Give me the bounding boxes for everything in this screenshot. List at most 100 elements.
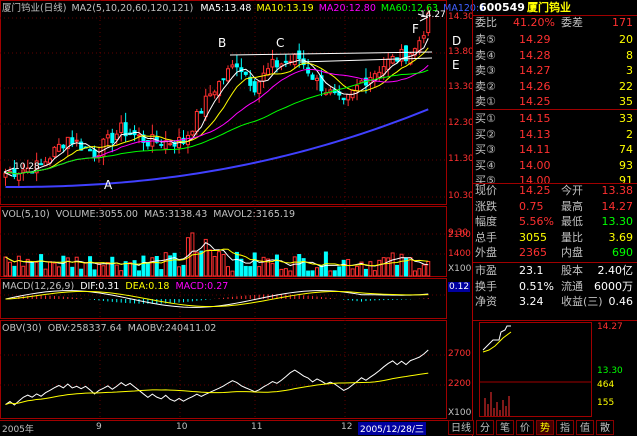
- fundamental-label: 收益(三): [561, 295, 603, 308]
- volume-bar: [297, 254, 302, 277]
- volume-bar: [181, 264, 186, 277]
- main-chart-header: 厦门钨业(日线) MA2(5,10,20,60,120,121) MA5:13.…: [2, 2, 485, 15]
- point-f-label: F: [412, 22, 419, 36]
- ask-price: 14.27: [519, 64, 551, 77]
- candle-body: [310, 74, 315, 80]
- volume-bar: [243, 265, 248, 277]
- candle-body: [3, 172, 8, 178]
- bid-row: 买④ 14.00 93: [475, 159, 635, 173]
- ask-volume: 8: [626, 48, 633, 62]
- volume-bar: [283, 268, 288, 277]
- quote-value: 2365: [519, 246, 547, 259]
- price-tick: 14.30: [448, 12, 474, 22]
- vol-header: VOL(5,10) VOLUME:3055.00 MA5:3138.43 MAV…: [2, 208, 295, 221]
- quote-label: 今开: [561, 184, 583, 197]
- ma5-value: MA5:13.48: [200, 3, 252, 14]
- candle-body: [56, 143, 61, 152]
- time-axis-year: 2005年: [2, 425, 34, 435]
- quote-row: 幅度 5.56% 最低 13.30: [475, 215, 635, 229]
- ask-label: 卖⑤: [475, 33, 496, 46]
- macd-histogram: [9, 294, 429, 304]
- ask-price: 14.28: [519, 48, 551, 62]
- candle-body: [16, 173, 21, 181]
- vol-indicator-name: VOL(5,10): [2, 209, 50, 220]
- fundamental-label: 换手: [475, 279, 497, 293]
- ask-row: 卖④ 14.28 8: [475, 49, 635, 63]
- quote-label: 最高: [561, 199, 583, 213]
- volume-bar: [92, 269, 97, 277]
- price-tick: 12.30: [448, 118, 474, 128]
- volume-bar: [230, 270, 235, 277]
- candle-body: [252, 81, 257, 93]
- volume-bar: [252, 252, 257, 277]
- candle-body: [257, 81, 262, 94]
- volume-bar: [74, 256, 79, 277]
- fundamental-label: 股本: [561, 264, 583, 277]
- ask-volume: 22: [619, 79, 633, 93]
- tab-3[interactable]: 价: [516, 420, 534, 435]
- volume-bar: [261, 256, 266, 277]
- quote-value: 14.27: [601, 199, 634, 213]
- fundamental-row: 换手 0.51% 流通 6000万: [475, 280, 635, 294]
- panel-divider: [473, 320, 637, 321]
- volume-bar: [248, 266, 253, 277]
- ask-row: 卖① 14.25 35: [475, 95, 635, 109]
- volume-bar: [234, 251, 239, 277]
- candle-body: [230, 64, 235, 68]
- mini-high: 14.27: [597, 322, 623, 332]
- kline-chart-area[interactable]: 厦门钨业(日线) MA2(5,10,20,60,120,121) MA5:13.…: [0, 0, 485, 436]
- quote-value: 0.75: [519, 199, 544, 213]
- ask-label: 卖③: [475, 64, 496, 77]
- candle-body: [341, 97, 346, 101]
- tab-7[interactable]: 散: [596, 420, 614, 435]
- macd-indicator-name: MACD(12,26,9): [2, 281, 75, 292]
- volume-bar: [110, 256, 115, 277]
- candle-body: [346, 94, 351, 101]
- candle-body: [159, 143, 164, 146]
- tab-6[interactable]: 值: [576, 420, 594, 435]
- mini-low: 13.30: [597, 366, 623, 376]
- volume-bar: [128, 262, 133, 277]
- bid-volume: 2: [626, 127, 633, 141]
- volume-bar: [217, 251, 222, 277]
- ask-row: 卖⑤ 14.29 20: [475, 33, 635, 47]
- tab-1[interactable]: 分: [476, 420, 494, 435]
- volume-bar: [350, 268, 355, 277]
- ma-line: [5, 47, 429, 175]
- candle-body: [266, 68, 271, 76]
- volume-bar: [52, 262, 57, 277]
- obv-tick: 2200: [448, 379, 471, 389]
- volume-bar: [288, 270, 293, 277]
- candle-body: [377, 71, 382, 78]
- volume-bar: [132, 260, 137, 277]
- volume-bar: [141, 255, 146, 277]
- candle-body: [381, 66, 386, 75]
- panel-divider: [473, 109, 637, 110]
- candle-body: [39, 163, 44, 166]
- bid-row: 买① 14.15 33: [475, 112, 635, 126]
- volume-bar: [70, 266, 75, 277]
- volume-bar: [270, 263, 275, 277]
- fundamental-value: 3.24: [519, 295, 544, 308]
- macd-header: MACD(12,26,9) DIF:0.31 DEA:0.18 MACD:0.2…: [2, 280, 228, 293]
- candle-body: [194, 111, 199, 132]
- fundamental-value: 6000万: [594, 279, 633, 293]
- quote-value: 3.69: [608, 230, 634, 244]
- tab-0[interactable]: 日线: [448, 420, 474, 435]
- vol-unit: X100: [448, 264, 472, 274]
- candle-body: [270, 58, 275, 68]
- stock-code: 600549: [479, 1, 525, 14]
- bid-price: 14.13: [519, 127, 551, 141]
- tab-4[interactable]: 势: [536, 420, 554, 435]
- bid-price: 14.00: [519, 158, 551, 172]
- obv-header: OBV(30) OBV:258337.64 MAOBV:240411.02: [2, 322, 216, 335]
- volume-bar: [381, 257, 386, 277]
- candle-body: [208, 93, 213, 97]
- volume-bar: [395, 264, 400, 277]
- tab-5[interactable]: 指: [556, 420, 574, 435]
- volume-bar: [16, 255, 21, 277]
- candle-body: [292, 53, 297, 66]
- tab-2[interactable]: 笔: [496, 420, 514, 435]
- ask-price: 14.25: [519, 95, 551, 108]
- fundamental-value: 0.46: [608, 295, 634, 308]
